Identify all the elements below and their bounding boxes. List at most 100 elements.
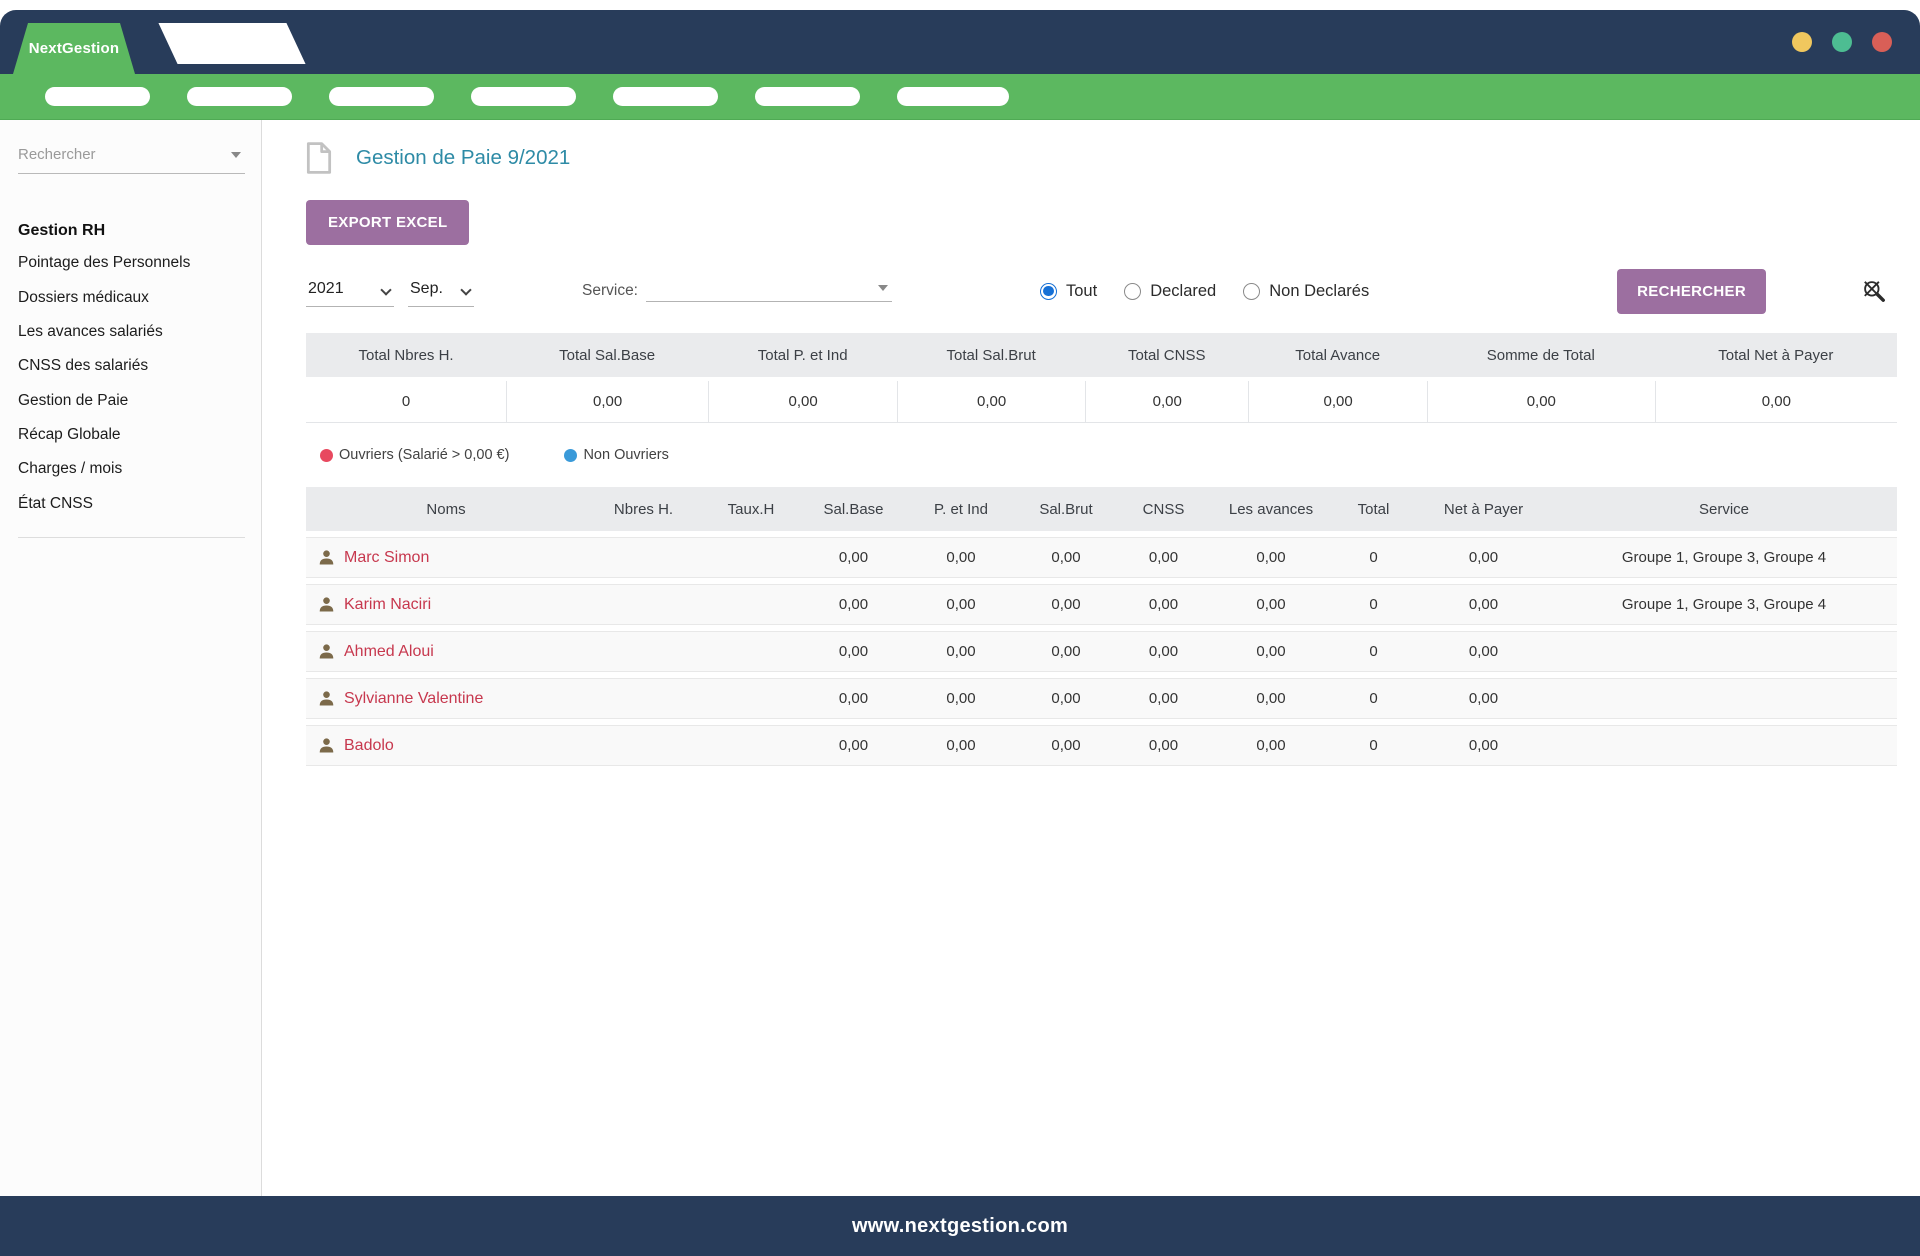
nav-pill[interactable] [45, 87, 150, 106]
window-dot-green[interactable] [1832, 32, 1852, 52]
cell-taux-h [701, 584, 801, 625]
summary-col-total-net-a-payer: Total Net à Payer [1655, 333, 1897, 377]
year-select[interactable]: 2021 [306, 276, 394, 307]
chevron-down-icon [380, 284, 391, 295]
nav-pill[interactable] [329, 87, 434, 106]
cell-taux-h [701, 537, 801, 578]
legend-dot-icon [564, 449, 577, 462]
brand-logo-text: NextGestion [29, 40, 120, 57]
cell-sal-base: 0,00 [801, 678, 906, 719]
page-title: Gestion de Paie 9/2021 [356, 146, 570, 170]
cell-sal-brut: 0,00 [1016, 631, 1116, 672]
employee-name-link[interactable]: Sylvianne Valentine [344, 690, 483, 708]
nav-pill[interactable] [187, 87, 292, 106]
summary-value-total-sal-base: 0,00 [506, 381, 708, 423]
cell-nbres-h [586, 725, 701, 766]
person-icon [318, 643, 335, 660]
window-controls [1792, 32, 1892, 52]
clear-search-icon[interactable] [1861, 278, 1887, 304]
col-header-service: Service [1551, 487, 1897, 531]
radio-label: Tout [1066, 282, 1097, 301]
sidebar-search-input[interactable]: Rechercher [18, 138, 245, 174]
cell-nbres-h [586, 678, 701, 719]
brand-tab[interactable]: NextGestion [13, 23, 135, 74]
sidebar-item-dossiers-medicaux[interactable]: Dossiers médicaux [18, 280, 245, 314]
sidebar-item-cnss-des-salaries[interactable]: CNSS des salariés [18, 349, 245, 383]
sidebar-item-label: État CNSS [18, 495, 93, 512]
service-select[interactable] [646, 281, 892, 302]
legend-label: Ouvriers (Salarié > 0,00 €) [339, 447, 509, 463]
employee-name-link[interactable]: Badolo [344, 737, 394, 755]
cell-service [1551, 678, 1897, 719]
employee-name-link[interactable]: Marc Simon [344, 549, 429, 567]
summary-value-total-nbres-h: 0 [306, 381, 506, 423]
sidebar-menu: Pointage des Personnels Dossiers médicaux… [18, 246, 245, 521]
cell-noms: Sylvianne Valentine [306, 678, 586, 719]
sidebar-item-pointage-des-personnels[interactable]: Pointage des Personnels [18, 246, 245, 280]
cell-cnss: 0,00 [1116, 678, 1211, 719]
cell-les-avances: 0,00 [1211, 537, 1331, 578]
sidebar-item-charges-mois[interactable]: Charges / mois [18, 452, 245, 486]
summary-col-total-nbres-h: Total Nbres H. [306, 333, 506, 377]
nav-pill[interactable] [613, 87, 718, 106]
filter-bar: 2021 Sep. Service: ToutDeclaredNon Decla… [306, 267, 1897, 315]
radio-declared[interactable]: Declared [1124, 282, 1216, 301]
employee-name-link[interactable]: Ahmed Aloui [344, 643, 434, 661]
col-header-p-et-ind: P. et Ind [906, 487, 1016, 531]
radio-tout[interactable]: Tout [1040, 282, 1097, 301]
col-header-nbres-h: Nbres H. [586, 487, 701, 531]
cell-noms: Ahmed Aloui [306, 631, 586, 672]
rechercher-button[interactable]: RECHERCHER [1617, 269, 1766, 314]
cell-noms: Marc Simon [306, 537, 586, 578]
cell-total: 0 [1331, 584, 1416, 625]
cell-total: 0 [1331, 678, 1416, 719]
cell-sal-brut: 0,00 [1016, 678, 1116, 719]
sidebar-item-label: Dossiers médicaux [18, 289, 149, 306]
radio-button-icon [1243, 283, 1260, 300]
cell-sal-base: 0,00 [801, 631, 906, 672]
table-row: Sylvianne Valentine0,000,000,000,000,000… [306, 678, 1897, 719]
page-header: Gestion de Paie 9/2021 [306, 142, 1897, 174]
nav-pill[interactable] [471, 87, 576, 106]
export-excel-button[interactable]: EXPORT EXCEL [306, 200, 469, 245]
sidebar-item-les-avances-salaries[interactable]: Les avances salariés [18, 315, 245, 349]
nav-pill[interactable] [755, 87, 860, 106]
sidebar-item-gestion-de-paie[interactable]: Gestion de Paie [18, 384, 245, 418]
col-header-total: Total [1331, 487, 1416, 531]
summary-value-total-avance: 0,00 [1248, 381, 1427, 423]
sidebar-item-recap-globale[interactable]: Récap Globale [18, 418, 245, 452]
cell-cnss: 0,00 [1116, 631, 1211, 672]
cell-p-et-ind: 0,00 [906, 584, 1016, 625]
window-dot-red[interactable] [1872, 32, 1892, 52]
person-icon [318, 737, 335, 754]
cell-p-et-ind: 0,00 [906, 631, 1016, 672]
cell-nbres-h [586, 584, 701, 625]
sidebar-section-title: Gestion RH [18, 216, 245, 246]
month-select-value: Sep. [410, 280, 443, 298]
titlebar-tab-shape [158, 23, 305, 64]
cell-taux-h [701, 631, 801, 672]
cell-p-et-ind: 0,00 [906, 678, 1016, 719]
cell-noms: Karim Naciri [306, 584, 586, 625]
month-select[interactable]: Sep. [408, 276, 474, 307]
cell-cnss: 0,00 [1116, 537, 1211, 578]
col-header-sal-brut: Sal.Brut [1016, 487, 1116, 531]
cell-net-a-payer: 0,00 [1416, 631, 1551, 672]
cell-net-a-payer: 0,00 [1416, 537, 1551, 578]
window-dot-yellow[interactable] [1792, 32, 1812, 52]
employee-name-link[interactable]: Karim Naciri [344, 596, 431, 614]
nav-pill[interactable] [897, 87, 1009, 106]
sidebar-item-etat-cnss[interactable]: État CNSS [18, 487, 245, 521]
summary-value-total-p-et-ind: 0,00 [708, 381, 897, 423]
cell-nbres-h [586, 631, 701, 672]
cell-p-et-ind: 0,00 [906, 725, 1016, 766]
col-header-cnss: CNSS [1116, 487, 1211, 531]
cell-sal-base: 0,00 [801, 584, 906, 625]
application-window: NextGestion Rechercher Gestion RH Pointa… [0, 0, 1920, 1256]
col-header-taux-h: Taux.H [701, 487, 801, 531]
cell-les-avances: 0,00 [1211, 678, 1331, 719]
caret-down-icon [878, 285, 888, 291]
radio-non-declares[interactable]: Non Declarés [1243, 282, 1369, 301]
table-row: Badolo0,000,000,000,000,0000,00 [306, 725, 1897, 766]
cell-service [1551, 631, 1897, 672]
